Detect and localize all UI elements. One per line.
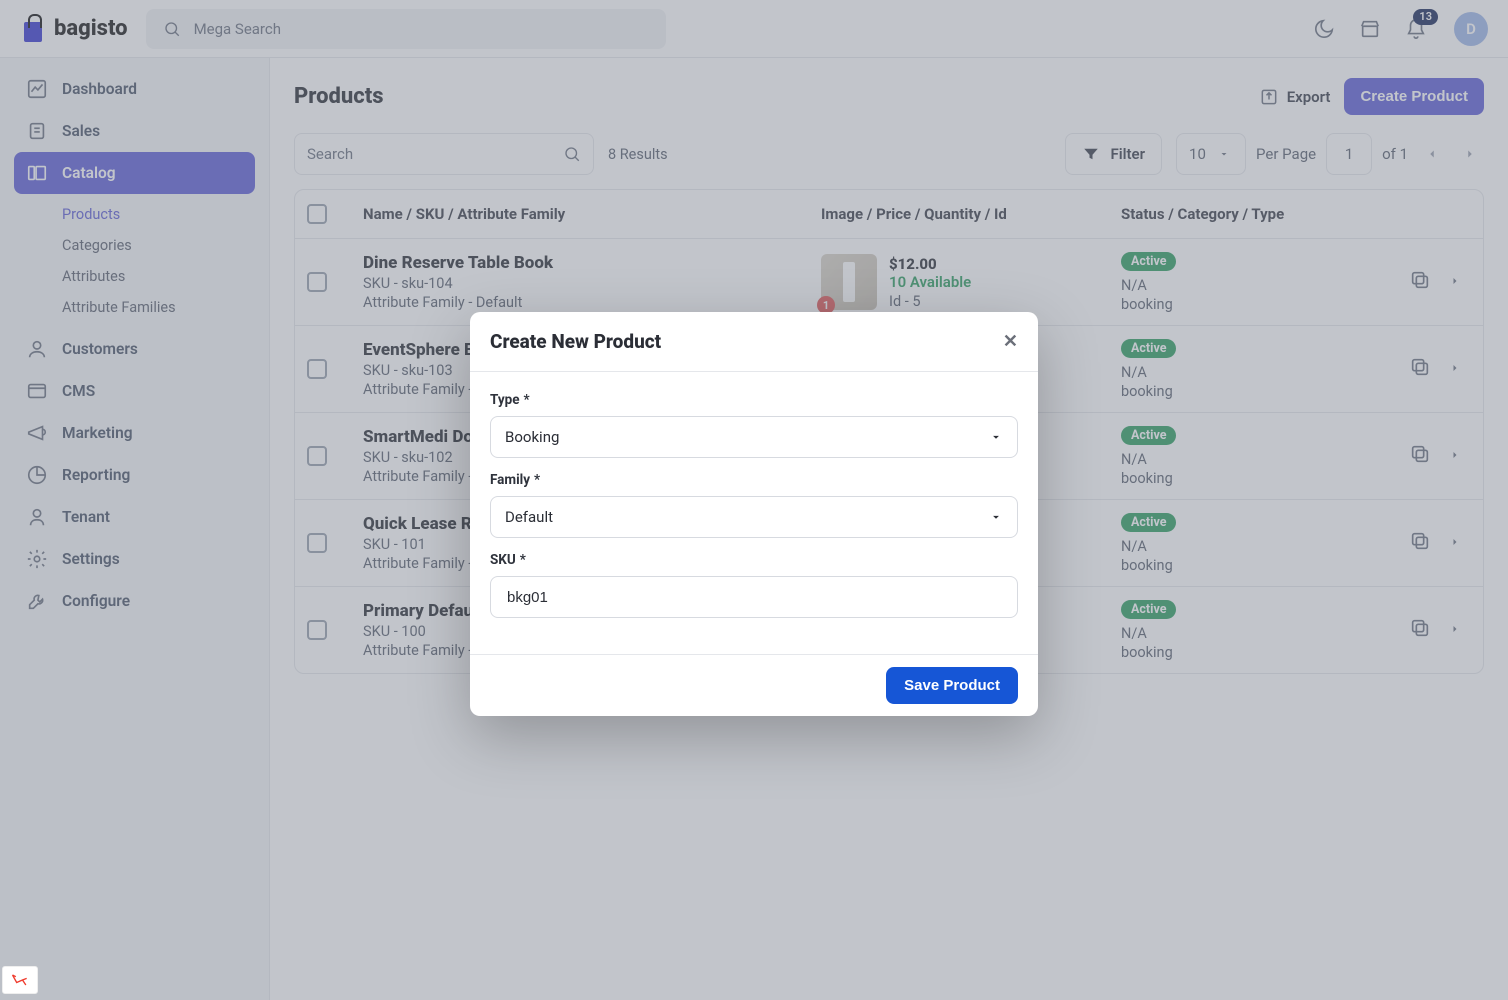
family-select[interactable]: Default <box>490 496 1018 538</box>
type-select[interactable]: Booking <box>490 416 1018 458</box>
sku-label: SKU* <box>490 552 1018 568</box>
laravel-icon[interactable] <box>2 966 38 994</box>
family-value: Default <box>505 508 553 526</box>
chevron-down-icon <box>989 510 1003 524</box>
type-value: Booking <box>505 428 559 446</box>
modal-header: Create New Product ✕ <box>470 312 1038 372</box>
modal-footer: Save Product <box>470 654 1038 716</box>
sku-input-wrap[interactable] <box>490 576 1018 618</box>
sku-input[interactable] <box>505 588 1003 607</box>
modal-title: Create New Product <box>490 330 661 353</box>
family-label: Family* <box>490 472 1018 488</box>
create-product-modal: Create New Product ✕ Type* Booking Famil… <box>470 312 1038 716</box>
chevron-down-icon <box>989 430 1003 444</box>
close-icon[interactable]: ✕ <box>1003 331 1018 352</box>
save-product-button[interactable]: Save Product <box>886 667 1018 704</box>
type-label: Type* <box>490 392 1018 408</box>
modal-body: Type* Booking Family* Default SKU* <box>470 372 1038 654</box>
